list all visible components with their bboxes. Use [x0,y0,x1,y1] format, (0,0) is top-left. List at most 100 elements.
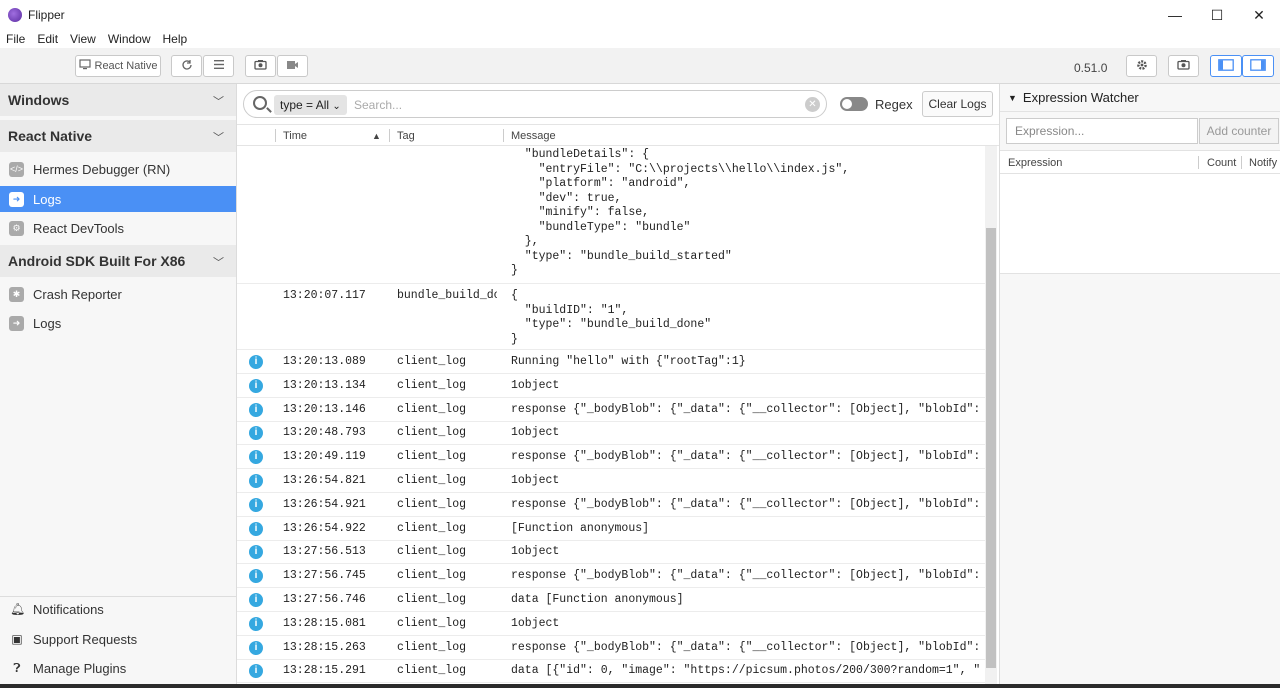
regex-toggle[interactable] [840,97,868,111]
expression-watcher-title: Expression Watcher [1022,90,1139,105]
sidebar-item-logs-android[interactable]: ➜ Logs [0,310,236,336]
device-selector-button[interactable]: React Native [75,55,161,77]
type-filter-token[interactable]: type = All ⌄ [274,95,347,115]
manage-plugins-button[interactable]: ❓︎ Manage Plugins [0,655,236,681]
log-row[interactable]: i 13:28:15.081 client_log 1object [237,612,985,636]
log-row[interactable]: i 13:27:56.746 client_log data [Function an… [237,588,985,612]
support-requests-button[interactable]: ▣ Support Requests [0,626,236,652]
log-message: 1object [511,474,560,487]
chevron-down-icon: ﹀ [213,132,224,144]
log-message: response {"_bodyBlob": {"_data": {"__col… [511,640,981,654]
sidebar-item-logs-rn[interactable]: ➜ Logs [0,186,236,212]
log-rows[interactable]: "bundleDetails": { "entryFile": "C:\\pro… [237,146,985,688]
menu-button[interactable] [203,55,234,77]
camera-icon [1177,59,1190,73]
expression-input[interactable] [1006,118,1198,144]
type-filter-label: type = All [280,98,330,112]
sidebar-item-crash-reporter[interactable]: ✱ Crash Reporter [0,281,236,307]
info-icon: i [249,545,263,560]
column-header-time[interactable]: Time [283,130,307,142]
logs-scrollbar[interactable] [985,146,997,688]
add-counter-button[interactable]: Add counter [1199,118,1279,144]
log-time: 13:20:07.117 [283,289,366,302]
bell-icon: 🔔︎ [10,602,26,616]
log-row[interactable]: i 13:26:54.921 client_log response {"_bodyB… [237,493,985,517]
log-message-json: { "buildID": "1", "type": "bundle_build_… [511,289,712,346]
log-row[interactable]: i 13:26:54.821 client_log 1object [237,469,985,493]
log-row[interactable]: i 13:20:13.134 client_log 1object [237,374,985,398]
reload-button[interactable] [171,55,202,77]
chevron-down-icon: ⌄ [332,101,341,112]
window-controls: — ☐ ✕ [1154,0,1280,30]
log-tag: client_log [397,569,467,583]
toggle-left-sidebar-button[interactable] [1210,55,1242,77]
clear-logs-button[interactable]: Clear Logs [922,91,993,117]
toggle-right-sidebar-button[interactable] [1242,55,1274,77]
log-row[interactable]: i 13:20:13.146 client_log response {"_bodyB… [237,398,985,422]
log-row[interactable]: i 13:20:48.793 client_log 1object [237,421,985,446]
window-title: Flipper [28,8,65,22]
minimize-button[interactable]: — [1154,0,1196,30]
logs-panel: type = All ⌄ ✕ Regex Clear Logs Time ▲ T… [237,84,999,688]
sidebar-item-hermes-debugger[interactable]: </> Hermes Debugger (RN) [0,156,236,182]
expression-table-header: Expression Count Notify [1000,150,1280,174]
sidebar-item-label: React DevTools [33,220,125,236]
menu-window[interactable]: Window [102,30,157,48]
device-camera-button[interactable] [1168,55,1199,77]
sidebar-section-react-native[interactable]: React Native ﹀ [0,120,236,152]
log-row[interactable]: i 13:20:49.119 client_log response {"_bodyB… [237,445,985,470]
log-time: 13:20:13.089 [283,355,366,368]
hamburger-icon [213,60,224,72]
log-message: response {"_bodyBlob": {"_data": {"__col… [511,402,981,416]
column-separator [503,129,504,142]
chevron-down-icon: ﹀ [213,96,224,108]
refresh-icon [181,59,193,74]
log-row[interactable]: i 13:27:56.513 client_log 1object [237,540,985,565]
expression-watcher-panel: ▼ Expression Watcher Add counter Express… [999,84,1280,688]
log-row[interactable]: i 13:26:54.922 client_log [Function anonymo… [237,517,985,541]
log-time: 13:26:54.922 [283,521,366,535]
record-button[interactable] [277,55,308,77]
sidebar-section-windows[interactable]: Windows ﹀ [0,84,236,116]
log-time: 13:27:56.745 [283,569,366,583]
settings-button[interactable] [1126,55,1157,77]
menu-file[interactable]: File [0,30,31,48]
sidebar-item-label: Logs [33,315,62,331]
menu-view[interactable]: View [64,30,102,48]
log-message: response {"_bodyBlob": {"_data": {"__col… [511,497,981,511]
search-box[interactable]: type = All ⌄ ✕ [243,90,827,118]
clear-search-icon[interactable]: ✕ [805,97,820,112]
notifications-button[interactable]: 🔔︎ Notifications [0,596,236,622]
log-message: response {"_bodyBlob": {"_data": {"__col… [511,450,981,464]
column-header-message[interactable]: Message [511,130,556,142]
support-requests-label: Support Requests [33,631,138,647]
column-separator [389,129,390,142]
log-tag: client_log [397,664,467,678]
toolbar: React Native 0.51.0 [0,48,1280,84]
arrow-right-icon: ➜ [9,315,24,331]
close-button[interactable]: ✕ [1238,0,1280,30]
info-icon: i [249,497,263,512]
menu-edit[interactable]: Edit [31,30,64,48]
screenshot-button[interactable] [245,55,276,77]
column-separator [275,129,276,142]
log-row[interactable]: i 13:28:15.263 client_log response {"_bodyB… [237,636,985,660]
search-input[interactable] [354,95,794,115]
log-tag: client_log [397,426,467,440]
sidebar-item-react-devtools[interactable]: ⚙ React DevTools [0,215,236,241]
sidebar: Windows ﹀ React Native ﹀ </> Hermes Debu… [0,84,237,688]
scrollbar-thumb[interactable] [986,228,996,668]
info-icon: i [249,593,263,607]
sort-asc-icon[interactable]: ▲ [372,131,381,141]
log-time: 13:27:56.746 [283,593,366,606]
sidebar-section-android-sdk[interactable]: Android SDK Built For X86 ﹀ [0,245,236,277]
maximize-button[interactable]: ☐ [1196,0,1238,30]
log-row[interactable]: i 13:20:13.089 client_log Running "hello" w… [237,350,985,374]
expression-watcher-header[interactable]: ▼ Expression Watcher [1000,84,1280,112]
column-header-tag[interactable]: Tag [397,130,415,142]
log-tag: client_log [397,355,467,368]
sidebar-section-title: Android SDK Built For X86 [8,253,186,269]
log-row[interactable]: i 13:28:15.291 client_log data [{"id": 0, "… [237,659,985,684]
menu-help[interactable]: Help [157,30,194,48]
log-row[interactable]: i 13:27:56.745 client_log response {"_bodyB… [237,564,985,589]
